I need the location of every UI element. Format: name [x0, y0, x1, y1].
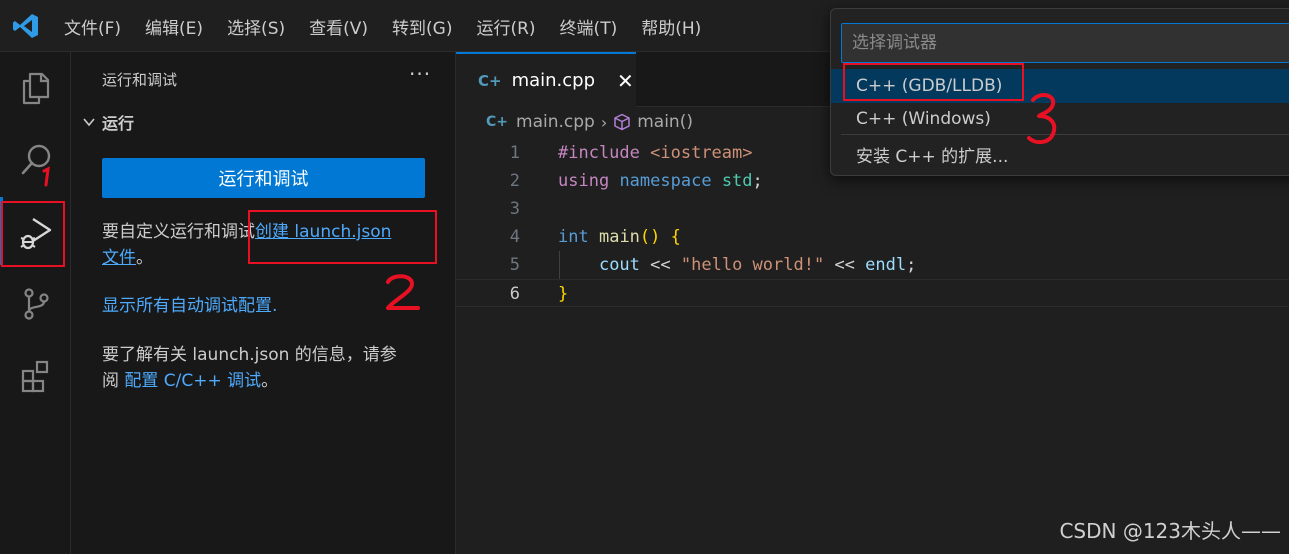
- debugger-search-field[interactable]: [841, 23, 1289, 63]
- menu-bar: 文件(F) 编辑(E) 选择(S) 查看(V) 转到(G) 运行(R) 终端(T…: [64, 0, 725, 52]
- extensions-button[interactable]: [0, 346, 71, 406]
- show-all-label: 显示所有自动调试配置.: [102, 296, 278, 316]
- code-token: {: [670, 227, 681, 247]
- code-token: cout: [598, 255, 640, 275]
- line-number: 4: [509, 227, 520, 247]
- learn-prefix2: 阅: [102, 371, 119, 391]
- search-button[interactable]: [0, 130, 71, 190]
- menu-help[interactable]: 帮助(H): [641, 14, 701, 39]
- code-token: ;: [906, 255, 917, 275]
- cpp-file-icon: C+: [486, 114, 509, 130]
- run-and-debug-button[interactable]: 运行和调试: [102, 158, 425, 198]
- menu-run[interactable]: 运行(R): [476, 14, 535, 39]
- source-control-icon: [23, 288, 49, 320]
- code-token: ;: [752, 171, 763, 191]
- menu-edit[interactable]: 编辑(E): [145, 14, 203, 39]
- line-number: 2: [509, 171, 520, 191]
- line-number: 6: [509, 284, 520, 304]
- code-line: 5 cout << "hello world!" << endl;: [456, 251, 1289, 279]
- section-label: 运行: [102, 114, 135, 133]
- code-line-current: 6 }: [456, 279, 1289, 307]
- explorer-button[interactable]: [0, 58, 71, 118]
- custom-prefix: 要自定义运行和调试: [102, 222, 255, 242]
- code-token: namespace: [619, 171, 712, 191]
- code-token: <<: [834, 255, 855, 275]
- source-control-button[interactable]: [0, 274, 71, 334]
- separator: [841, 134, 1289, 135]
- extensions-icon: [21, 360, 48, 393]
- line-number: 5: [509, 255, 520, 275]
- watermark: CSDN @123木头人——: [1059, 519, 1281, 543]
- learn-prefix: 要了解有关 launch.json 的信息，请参: [102, 345, 397, 365]
- annotation-box-create-launch: [248, 210, 437, 264]
- line-number: 1: [509, 143, 520, 163]
- code-token: std: [721, 171, 753, 191]
- learn-more-text: 要了解有关 launch.json 的信息，请参 阅 配置 C/C++ 调试。: [102, 342, 442, 394]
- debugger-search-input[interactable]: [842, 24, 1289, 62]
- annotation-box-run-debug: [1, 201, 65, 267]
- code-line: 4 int main() {: [456, 223, 1289, 251]
- annotation-number-1: [42, 166, 50, 187]
- code-token: "hello world!": [680, 255, 825, 275]
- sidebar-title: 运行和调试: [102, 71, 178, 89]
- breadcrumb: C+ main.cpp › main(): [486, 110, 693, 134]
- menu-view[interactable]: 查看(V): [309, 14, 368, 39]
- cpp-file-icon: C+: [478, 71, 502, 90]
- configure-cpp-debug-link[interactable]: 配置 C/C++ 调试: [124, 371, 261, 391]
- close-icon[interactable]: ✕: [617, 69, 634, 93]
- file-link[interactable]: 文件: [102, 248, 136, 268]
- vscode-logo-icon: [13, 14, 38, 38]
- breadcrumb-symbol[interactable]: main(): [637, 112, 693, 132]
- line-number: 3: [509, 199, 520, 219]
- annotation-box-gdb-option: [843, 63, 1024, 101]
- code-token: #include: [558, 143, 640, 163]
- run-section-header[interactable]: 运行: [81, 110, 134, 134]
- code-token: }: [558, 284, 569, 304]
- menu-terminal[interactable]: 终端(T): [560, 14, 618, 39]
- breadcrumb-file[interactable]: main.cpp: [516, 112, 595, 132]
- annotation-number-3: [1027, 93, 1057, 145]
- code-token: using: [558, 171, 610, 191]
- chevron-down-icon: [83, 118, 95, 127]
- menu-file[interactable]: 文件(F): [64, 14, 121, 39]
- code-token: (): [639, 227, 661, 247]
- method-cube-icon: [614, 113, 630, 131]
- annotation-number-2: [386, 274, 420, 310]
- learn-suffix: 。: [261, 371, 279, 391]
- period: 。: [136, 248, 153, 268]
- code-token: int: [558, 227, 589, 247]
- vscode-window: 文件(F) 编辑(E) 选择(S) 查看(V) 转到(G) 运行(R) 终端(T…: [0, 0, 1289, 554]
- code-token: endl: [865, 255, 907, 275]
- code-token: main: [598, 227, 640, 247]
- explorer-icon: [22, 72, 49, 105]
- code-token: <iostream>: [650, 143, 753, 163]
- chevron-right-icon: ›: [600, 112, 608, 132]
- activity-bar: [0, 52, 71, 554]
- menu-selection[interactable]: 选择(S): [227, 14, 285, 39]
- more-actions-icon[interactable]: ···: [409, 62, 431, 86]
- tab-label: main.cpp: [511, 70, 596, 91]
- tab-main-cpp[interactable]: C+ main.cpp ✕: [456, 52, 636, 107]
- code-token: <<: [650, 255, 671, 275]
- code-line: 3: [456, 195, 1289, 223]
- menu-go[interactable]: 转到(G): [392, 14, 452, 39]
